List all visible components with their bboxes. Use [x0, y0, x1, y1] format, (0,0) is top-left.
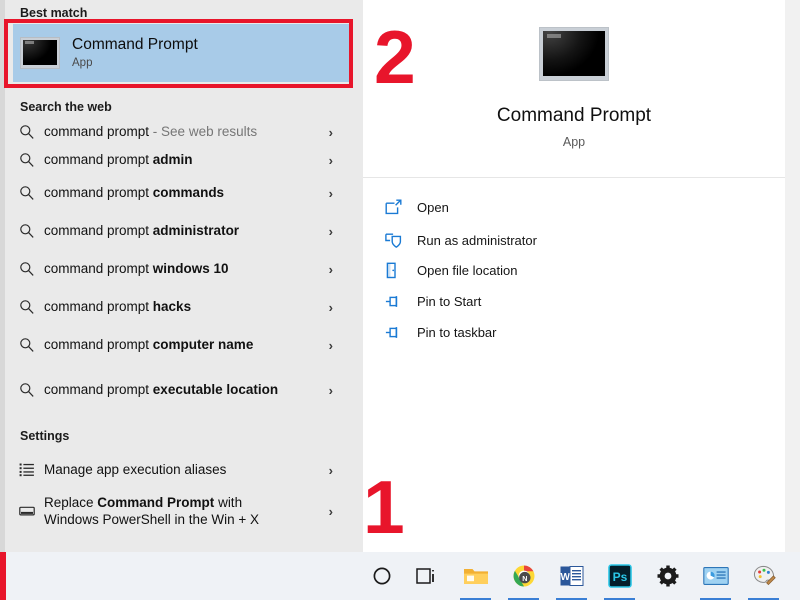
list-item-label: command prompt computer name: [44, 337, 254, 353]
annotation-number-1: 1: [363, 465, 405, 549]
list-item[interactable]: command prompt admin ›: [10, 146, 360, 174]
action-pin-to-start[interactable]: Pin to Start: [385, 286, 715, 317]
best-match-header: Best match: [20, 6, 88, 20]
list-item-label: command prompt windows 10: [44, 261, 229, 277]
chevron-right-icon: ›: [328, 462, 333, 478]
chevron-right-icon: ›: [328, 337, 333, 353]
action-run-as-administrator[interactable]: Run as administrator: [385, 225, 715, 256]
search-icon: [10, 152, 44, 168]
action-open-file-location[interactable]: Open file location: [385, 255, 715, 286]
action-pin-to-taskbar[interactable]: Pin to taskbar: [385, 317, 715, 348]
list-item-label: command prompt admin: [44, 152, 193, 168]
app-subtitle: App: [562, 135, 586, 149]
pin-icon: [385, 293, 417, 310]
search-icon: [10, 185, 44, 201]
annotation-number-2: 2: [374, 15, 416, 99]
search-the-web-header: Search the web: [20, 100, 112, 114]
chevron-right-icon: ›: [328, 299, 333, 315]
list-item-label: command prompt hacks: [44, 299, 192, 315]
best-match-title: Command Prompt: [72, 35, 198, 53]
list-item[interactable]: command prompt - See web results ›: [10, 118, 360, 146]
action-label: Run as administrator: [417, 233, 537, 248]
pin-icon: [385, 324, 417, 341]
taskbar-task-view-icon[interactable]: [404, 552, 451, 600]
command-prompt-icon: [21, 38, 59, 68]
annotation-box-taskbar-edge: [0, 552, 6, 600]
list-item-label: command prompt commands: [44, 185, 225, 201]
taskbar-paint-icon[interactable]: [740, 552, 787, 600]
action-label: Pin to Start: [417, 294, 482, 309]
shield-admin-icon: [385, 232, 417, 249]
list-settings-icon: [10, 462, 44, 478]
right-panel-shadow: [785, 0, 800, 552]
list-item[interactable]: command prompt windows 10 ›: [10, 250, 360, 288]
app-title: Command Prompt: [496, 105, 652, 126]
start-menu-search-screen: Best match Command Prompt App Search the…: [0, 0, 800, 600]
best-match-subtitle: App: [72, 56, 93, 69]
list-item[interactable]: command prompt administrator ›: [10, 212, 360, 250]
taskbar-google-chrome-icon[interactable]: N: [500, 552, 547, 600]
app-hero: Command Prompt App: [363, 0, 785, 170]
list-item[interactable]: command prompt commands ›: [10, 174, 360, 212]
command-prompt-icon: [540, 28, 608, 80]
taskbar-settings-icon[interactable]: [644, 552, 691, 600]
chevron-right-icon: ›: [328, 261, 333, 277]
action-label: Pin to taskbar: [417, 325, 497, 340]
list-item-label: Replace Command Prompt with Windows Powe…: [44, 494, 259, 527]
list-item-label: command prompt executable location: [44, 382, 279, 398]
folder-open-location-icon: [385, 262, 417, 279]
taskbar-contact-card-app-icon[interactable]: [692, 552, 739, 600]
settings-header: Settings: [20, 429, 70, 443]
taskbar-microsoft-word-icon[interactable]: W: [548, 552, 595, 600]
app-preview-panel: Command Prompt App Open Run as administra…: [363, 0, 785, 552]
svg-text:W: W: [560, 572, 570, 583]
list-item-label: command prompt - See web results: [44, 124, 258, 140]
action-label: Open file location: [417, 263, 518, 278]
taskbar-settings-icon: [10, 503, 44, 519]
search-icon: [10, 223, 44, 239]
list-item[interactable]: Replace Command Prompt with Windows Powe…: [10, 487, 360, 535]
chevron-right-icon: ›: [328, 223, 333, 239]
chevron-right-icon: ›: [328, 152, 333, 168]
svg-text:N: N: [522, 574, 527, 583]
list-item[interactable]: command prompt computer name ›: [10, 326, 360, 364]
action-label: Open: [417, 200, 449, 215]
taskbar-cortana-icon[interactable]: [358, 552, 405, 600]
action-open[interactable]: Open: [385, 192, 715, 223]
taskbar-file-explorer-icon[interactable]: [452, 552, 499, 600]
chevron-right-icon: ›: [328, 382, 333, 398]
panel-divider: [363, 177, 785, 178]
best-match-result[interactable]: Command Prompt App: [13, 24, 353, 82]
svg-text:Ps: Ps: [612, 570, 627, 584]
list-item-label: command prompt administrator: [44, 223, 240, 239]
list-item[interactable]: command prompt executable location ›: [10, 364, 360, 416]
taskbar-adobe-photoshop-icon[interactable]: Ps: [596, 552, 643, 600]
chevron-right-icon: ›: [328, 503, 333, 519]
search-results-panel: Best match Command Prompt App Search the…: [5, 0, 363, 552]
search-icon: [10, 299, 44, 315]
list-item-label: Manage app execution aliases: [44, 462, 227, 478]
search-icon: [10, 382, 44, 398]
search-icon: [10, 337, 44, 353]
chevron-right-icon: ›: [328, 124, 333, 140]
search-icon: [10, 261, 44, 277]
open-icon: [385, 199, 417, 216]
search-icon: [10, 124, 44, 140]
list-item[interactable]: command prompt hacks ›: [10, 288, 360, 326]
chevron-right-icon: ›: [328, 185, 333, 201]
list-item[interactable]: Manage app execution aliases ›: [10, 455, 360, 485]
